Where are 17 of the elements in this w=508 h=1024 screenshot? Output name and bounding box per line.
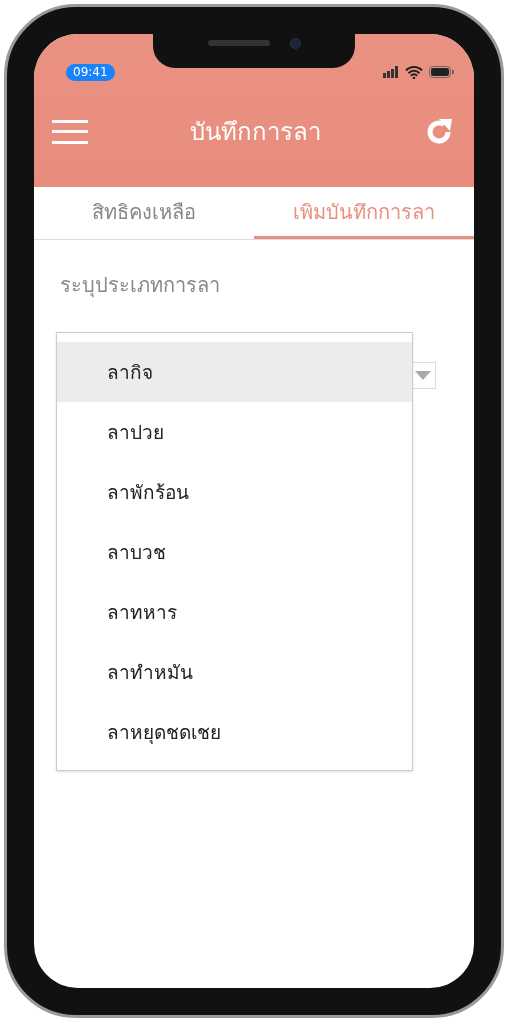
dropdown-option[interactable]: ลาหยุดชดเชย — [57, 702, 412, 762]
dropdown-option[interactable]: ลาปวย — [57, 402, 412, 462]
dropdown-option[interactable]: ลาทำหมัน — [57, 642, 412, 702]
camera-icon — [289, 37, 301, 49]
battery-icon — [429, 66, 454, 78]
dropdown-option[interactable]: ลาทหาร — [57, 582, 412, 642]
caret-icon — [415, 371, 431, 380]
dropdown-option[interactable]: ลากิจ — [57, 342, 412, 402]
dropdown-option[interactable]: ลาพักร้อน — [57, 462, 412, 522]
signal-icon — [383, 66, 399, 78]
header-title: บันทึกการลา — [189, 116, 321, 148]
status-time: 09:41 — [66, 63, 115, 81]
wifi-icon — [405, 65, 423, 79]
dropdown-option[interactable]: ลาบวช — [57, 522, 412, 582]
field-label: ระบุประเภทการลา — [60, 272, 221, 300]
speaker-grille — [207, 40, 270, 46]
tab[interactable]: สิทธิคงเหลือ — [34, 187, 254, 239]
